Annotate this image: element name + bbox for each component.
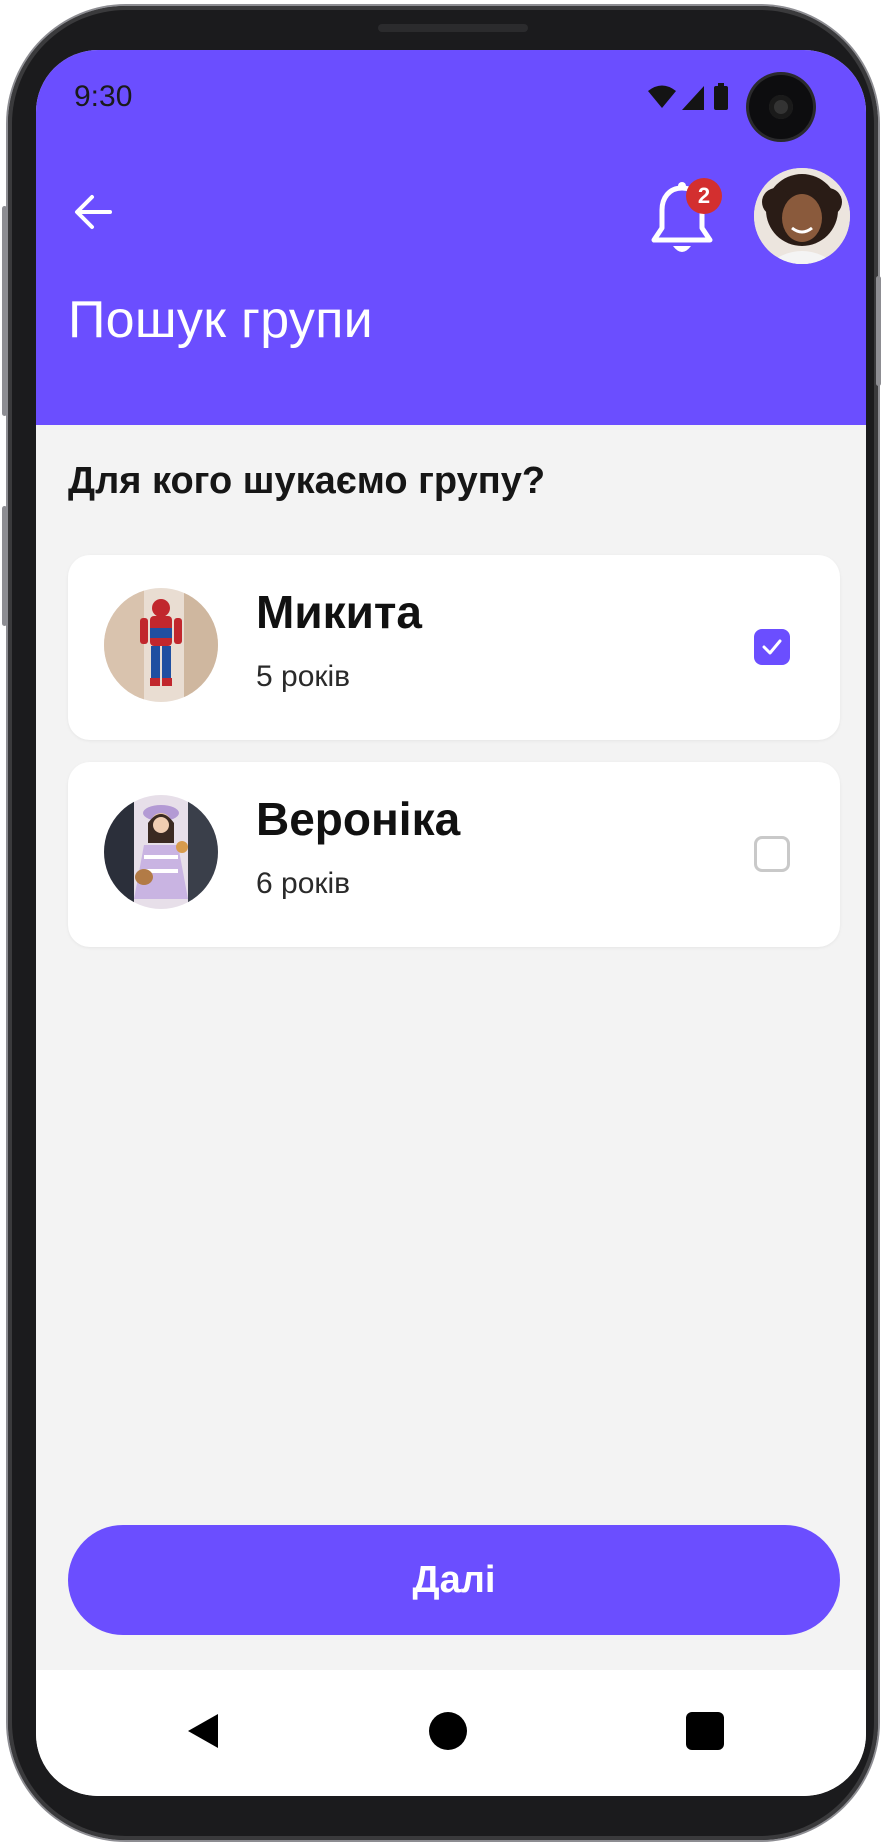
signal-icon: [682, 86, 704, 110]
child-age: 6 років: [256, 867, 351, 900]
child-photo: [104, 795, 218, 909]
page-title: Пошук групи: [68, 291, 374, 349]
next-button[interactable]: Далі: [68, 1525, 840, 1635]
screen: 9:30 2 Пошук групи Для кого шукаємо груп…: [36, 50, 866, 1796]
child-name: Вероніка: [256, 793, 461, 845]
volume-button-lower: [2, 506, 7, 626]
power-button: [876, 276, 881, 386]
child-card-mykyta[interactable]: Микита 5 років: [68, 555, 840, 740]
status-icons: [648, 83, 728, 110]
earpiece-speaker: [378, 24, 528, 32]
select-checkbox-unchecked[interactable]: [754, 836, 790, 872]
wifi-icon: [648, 85, 676, 108]
battery-icon: [714, 83, 728, 110]
front-camera: [749, 75, 813, 139]
app-header: 9:30 2 Пошук групи: [36, 50, 866, 425]
nav-recents-icon[interactable]: [686, 1712, 724, 1750]
child-photo: [104, 588, 218, 702]
system-navbar: [36, 1670, 866, 1796]
notification-badge: 2: [686, 178, 722, 214]
child-age: 5 років: [256, 660, 351, 693]
spiderman-toy-image: [104, 588, 218, 702]
doll-image: [104, 795, 218, 909]
select-checkbox-checked[interactable]: [754, 629, 790, 665]
checkmark-icon: [762, 639, 782, 655]
status-time: 9:30: [74, 80, 133, 113]
nav-home-icon[interactable]: [429, 1712, 467, 1750]
user-avatar-image: [754, 168, 850, 264]
phone-frame: 9:30 2 Пошук групи Для кого шукаємо груп…: [2, 6, 881, 1840]
section-question: Для кого шукаємо групу?: [68, 460, 546, 502]
back-arrow-icon[interactable]: [70, 190, 114, 234]
user-avatar[interactable]: [754, 168, 850, 264]
nav-back-icon[interactable]: [186, 1712, 220, 1750]
child-name: Микита: [256, 586, 423, 638]
child-card-veronika[interactable]: Вероніка 6 років: [68, 762, 840, 947]
volume-button: [2, 206, 7, 416]
